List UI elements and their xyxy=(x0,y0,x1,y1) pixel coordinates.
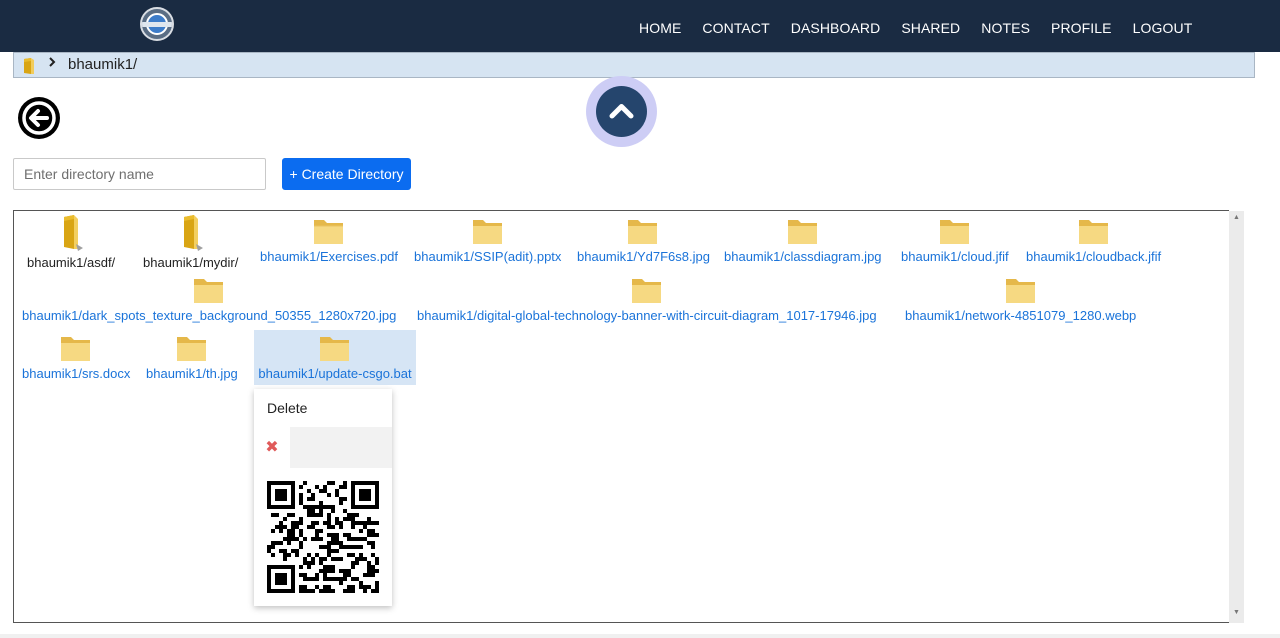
chevron-up-icon xyxy=(609,104,634,119)
file-item[interactable]: bhaumik1/Yd7F6s8.jpg xyxy=(577,213,710,264)
file-item[interactable]: bhaumik1/th.jpg xyxy=(146,330,238,381)
directory-name-input[interactable] xyxy=(13,158,266,190)
item-label: bhaumik1/srs.docx xyxy=(22,366,131,381)
delete-menu-item[interactable]: Delete xyxy=(254,389,392,427)
scroll-top-core xyxy=(596,86,647,137)
breadcrumb-path[interactable]: bhaumik1/ xyxy=(68,56,137,73)
item-label: bhaumik1/mydir/ xyxy=(143,255,239,270)
site-logo[interactable] xyxy=(140,7,174,41)
folder-icon[interactable] xyxy=(22,57,36,80)
nav-home[interactable]: HOME xyxy=(639,20,681,36)
file-item[interactable]: bhaumik1/network-4851079_1280.webp xyxy=(905,272,1136,323)
back-button[interactable] xyxy=(18,97,60,139)
file-context-menu: Delete ✖ xyxy=(254,389,392,606)
nav-notes[interactable]: NOTES xyxy=(981,20,1030,36)
scroll-up-arrow-icon[interactable]: ▲ xyxy=(1229,214,1244,221)
item-label: bhaumik1/network-4851079_1280.webp xyxy=(905,308,1137,323)
folder-open-icon xyxy=(64,215,84,251)
qr-code-icon xyxy=(267,481,379,593)
folder-icon xyxy=(1005,279,1035,303)
item-label: bhaumik1/Exercises.pdf xyxy=(260,249,399,264)
file-item[interactable]: bhaumik1/SSIP(adit).pptx xyxy=(414,213,561,264)
file-item[interactable]: bhaumik1/cloud.jfif xyxy=(901,213,1009,264)
item-label: bhaumik1/dark_spots_texture_background_5… xyxy=(22,308,397,323)
folder-icon xyxy=(61,337,91,361)
folder-icon xyxy=(194,279,224,303)
folder-icon xyxy=(939,220,969,244)
item-label: bhaumik1/SSIP(adit).pptx xyxy=(414,249,562,264)
logo-band xyxy=(142,22,172,27)
nav-dashboard[interactable]: DASHBOARD xyxy=(791,20,881,36)
file-item-selected[interactable]: bhaumik1/update-csgo.bat xyxy=(254,330,416,385)
item-label: bhaumik1/Yd7F6s8.jpg xyxy=(577,249,710,264)
chevron-right-icon xyxy=(47,56,57,71)
folder-icon xyxy=(472,220,502,244)
nav-menu: HOME CONTACT DASHBOARD SHARED NOTES PROF… xyxy=(639,20,1213,36)
folder-icon xyxy=(628,220,658,244)
folder-icon xyxy=(314,220,343,244)
top-navbar: HOME CONTACT DASHBOARD SHARED NOTES PROF… xyxy=(0,0,1280,52)
nav-shared[interactable]: SHARED xyxy=(901,20,960,36)
arrow-left-circle-icon xyxy=(22,101,56,135)
context-menu-close-row: ✖ xyxy=(254,427,392,468)
close-icon[interactable]: ✖ xyxy=(254,427,290,468)
breadcrumb: bhaumik1/ xyxy=(13,52,1255,78)
folder-icon xyxy=(787,220,817,244)
directory-item[interactable]: bhaumik1/asdf/ xyxy=(27,213,115,270)
nav-contact[interactable]: CONTACT xyxy=(702,20,769,36)
file-item[interactable]: bhaumik1/dark_spots_texture_background_5… xyxy=(22,272,396,323)
file-item[interactable]: bhaumik1/Exercises.pdf xyxy=(260,213,398,264)
create-directory-button[interactable]: + Create Directory xyxy=(282,158,411,190)
item-label: bhaumik1/cloudback.jfif xyxy=(1026,249,1162,264)
item-label: bhaumik1/th.jpg xyxy=(146,366,238,381)
file-browser-panel: bhaumik1/asdf/ bhaumik1/mydir/ bhaumik1/… xyxy=(13,210,1244,623)
folder-icon xyxy=(320,337,349,361)
scroll-top-button[interactable] xyxy=(586,76,657,147)
file-item[interactable]: bhaumik1/srs.docx xyxy=(22,330,130,381)
file-item[interactable]: bhaumik1/cloudback.jfif xyxy=(1026,213,1161,264)
item-label: bhaumik1/asdf/ xyxy=(27,255,116,270)
item-label: bhaumik1/classdiagram.jpg xyxy=(724,249,882,264)
directory-item[interactable]: bhaumik1/mydir/ xyxy=(143,213,238,270)
item-label: bhaumik1/digital-global-technology-banne… xyxy=(417,308,877,323)
folder-icon xyxy=(1078,220,1108,244)
item-label: bhaumik1/cloud.jfif xyxy=(901,249,1009,264)
item-label: bhaumik1/update-csgo.bat xyxy=(258,366,412,381)
scroll-down-arrow-icon[interactable]: ▼ xyxy=(1229,609,1244,616)
folder-open-icon xyxy=(183,215,203,251)
nav-profile[interactable]: PROFILE xyxy=(1051,20,1112,36)
file-item[interactable]: bhaumik1/classdiagram.jpg xyxy=(724,213,882,264)
file-item[interactable]: bhaumik1/digital-global-technology-banne… xyxy=(417,272,877,323)
folder-icon xyxy=(631,279,661,303)
nav-logout[interactable]: LOGOUT xyxy=(1133,20,1193,36)
vertical-scrollbar[interactable]: ▲ ▼ xyxy=(1229,211,1244,623)
folder-icon xyxy=(176,337,206,361)
page-bottom-edge xyxy=(0,634,1280,638)
